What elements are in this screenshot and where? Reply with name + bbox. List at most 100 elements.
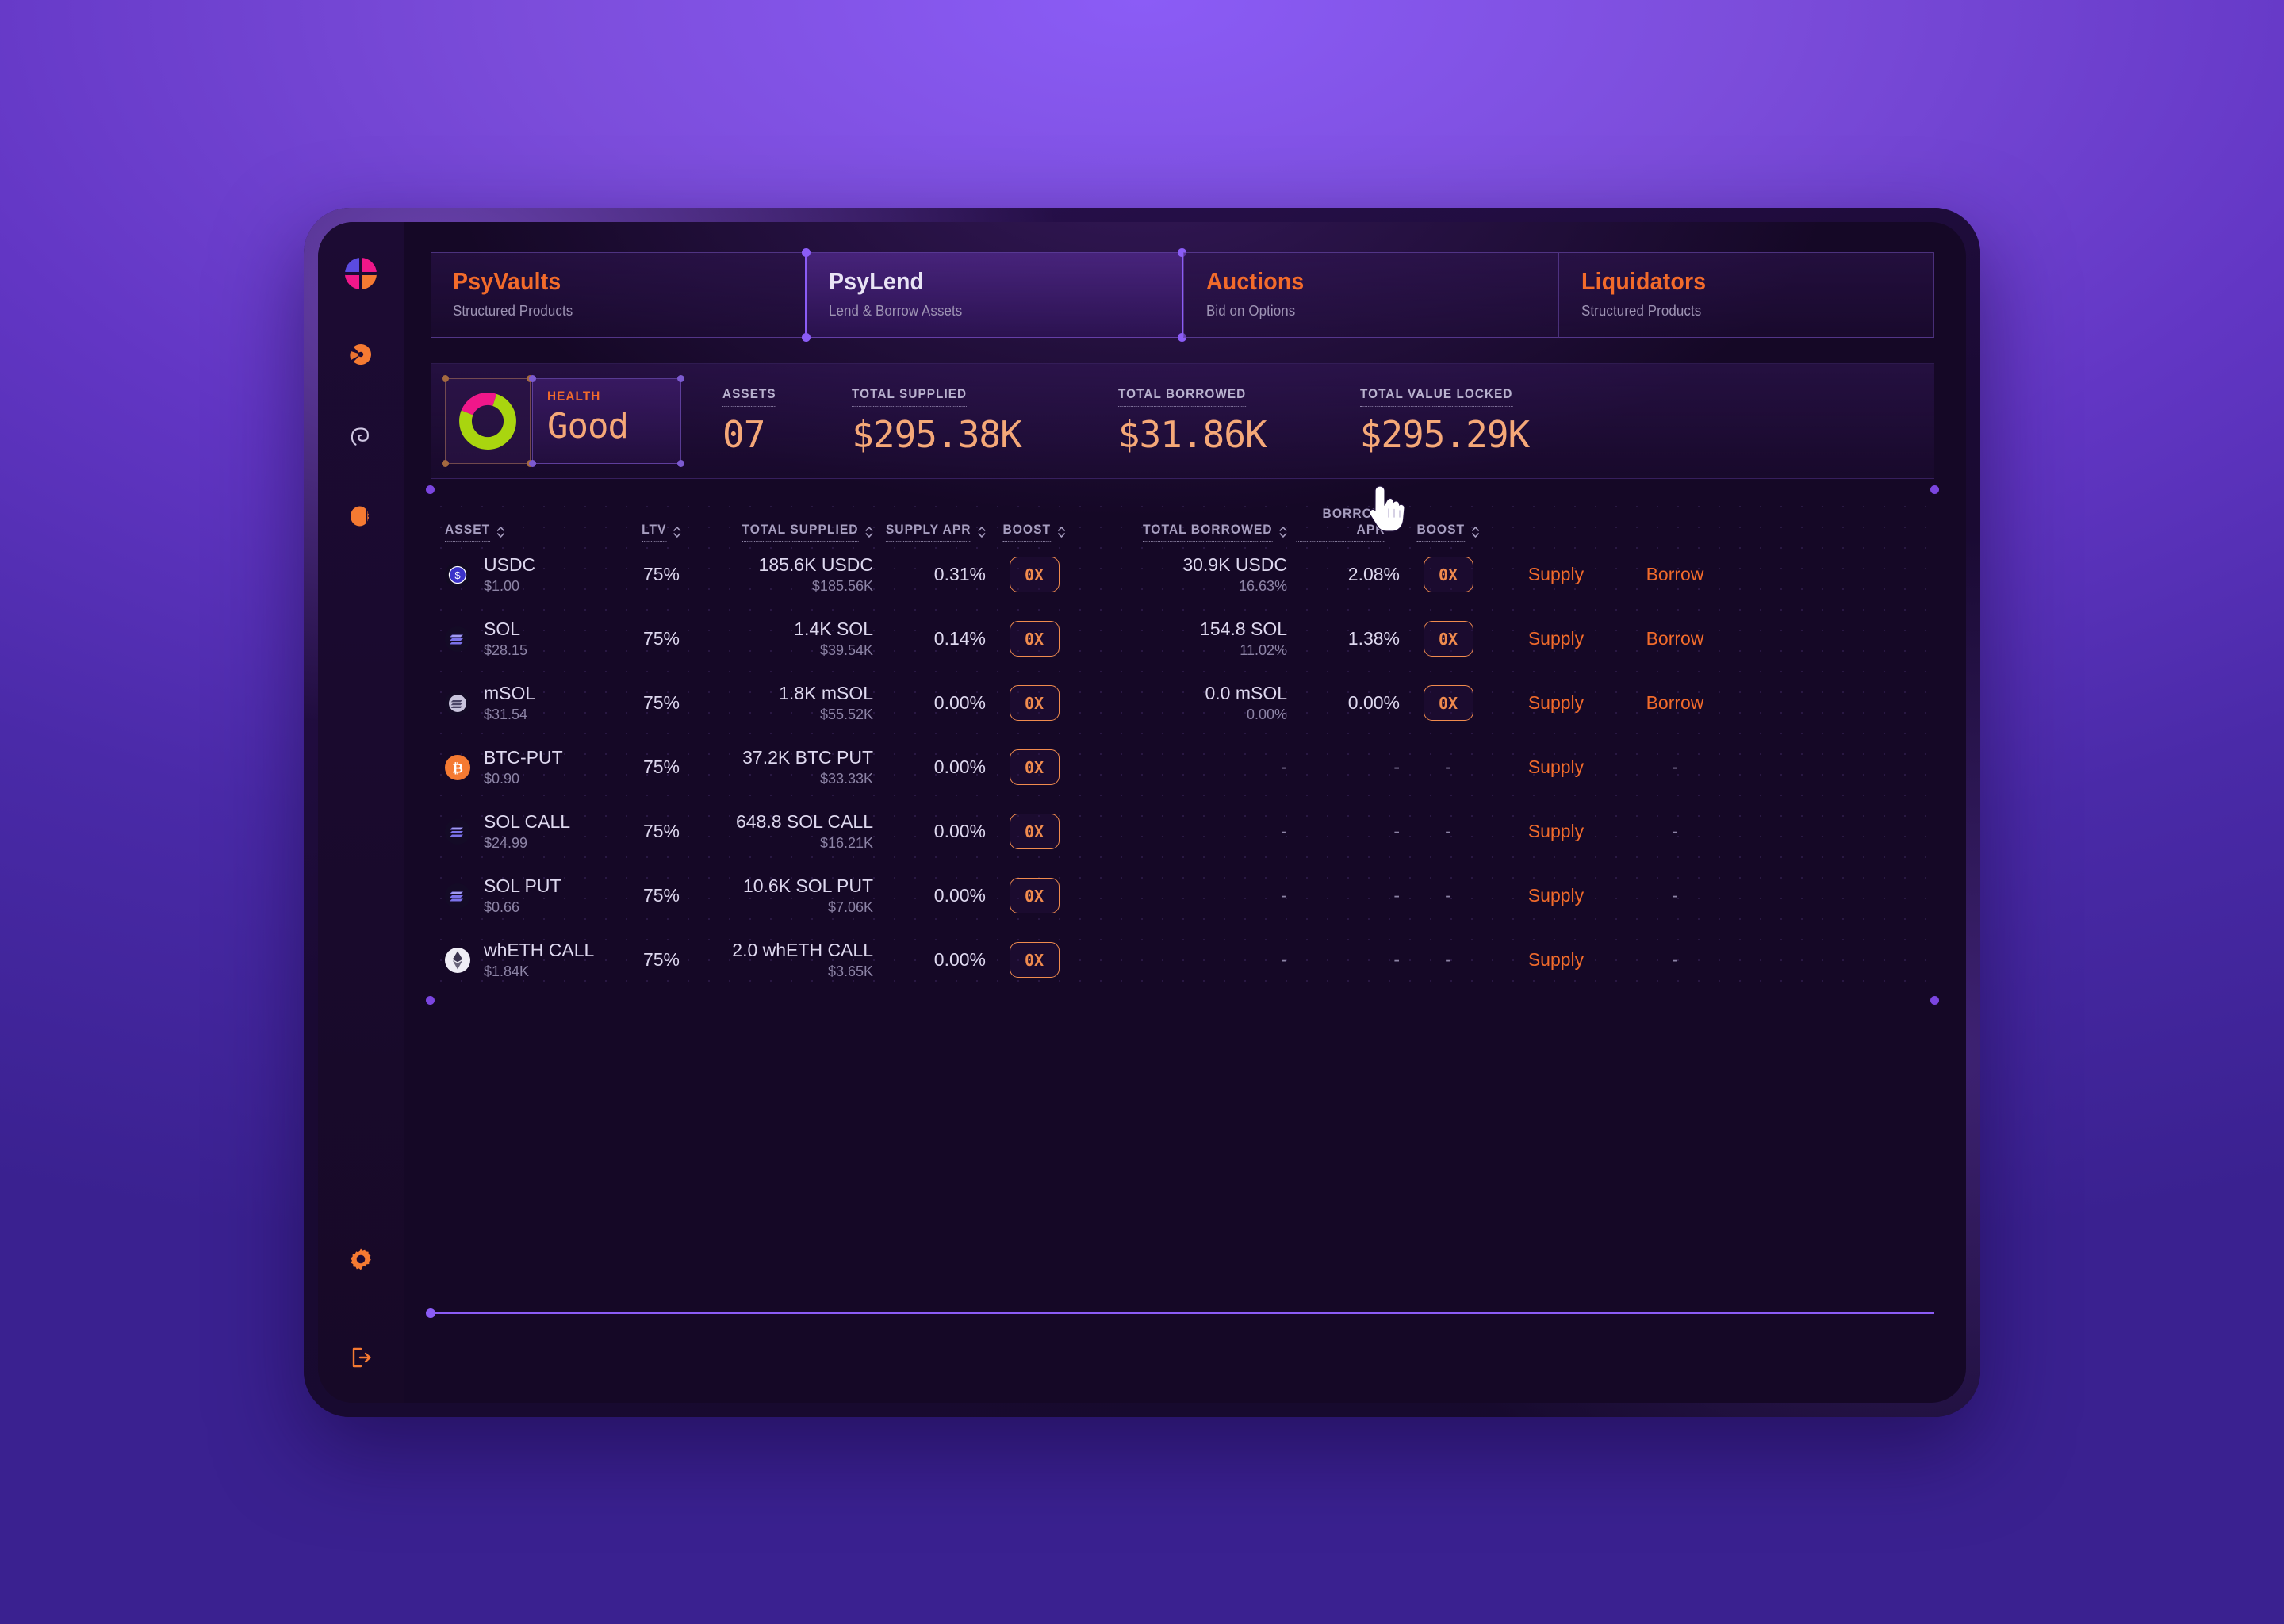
tab-title: PsyVaults — [453, 267, 561, 295]
borrowed-amount: 30.9K USDC — [1182, 554, 1287, 575]
table-row[interactable]: ₿ BTC-PUT $0.90 75% 37.2K BTC PUT $33.33K 0.00… — [431, 735, 1934, 799]
supply-button[interactable]: Supply — [1528, 885, 1584, 906]
supply-button[interactable]: Supply — [1528, 949, 1584, 970]
sol-icon — [445, 818, 470, 845]
supplied-amount: 10.6K SOL PUT — [742, 875, 873, 896]
borrowed-pct: 11.02% — [1240, 642, 1287, 658]
supply-boost-badge[interactable]: 0X — [1009, 942, 1060, 978]
spiral-icon[interactable] — [343, 417, 379, 454]
stat-value: $295.29K — [1359, 413, 1531, 456]
svg-text:₿: ₿ — [452, 760, 463, 776]
logout-icon[interactable] — [343, 1339, 379, 1376]
supply-boost-badge[interactable]: 0X — [1009, 685, 1060, 721]
health-value: Good — [547, 406, 629, 446]
supply-button[interactable]: Supply — [1528, 628, 1584, 649]
supply-button[interactable]: Supply — [1528, 692, 1584, 713]
supply-boost-badge[interactable]: 0X — [1009, 878, 1060, 914]
table-row[interactable]: SOL CALL $24.99 75% 648.8 SOL CALL $16.21K 0.… — [431, 799, 1934, 864]
stat-label: TOTAL BORROWED — [1117, 386, 1247, 407]
column-header-total-borrowed[interactable]: TOTAL BORROWED — [1099, 522, 1287, 542]
asset-price: $1.84K — [484, 963, 530, 979]
borrowed-amount: - — [1281, 821, 1287, 841]
borrow-button[interactable]: Borrow — [1646, 628, 1704, 649]
table-row[interactable]: SOL $28.15 75% 1.4K SOL $39.54K 0.14% 0X 154.8 … — [431, 607, 1934, 671]
borrow-button[interactable]: Borrow — [1646, 692, 1704, 713]
sol-icon — [445, 818, 470, 845]
supply-boost-badge[interactable]: 0X — [1009, 814, 1060, 849]
tab-subtitle: Lend & Borrow Assets — [829, 303, 963, 319]
sol-icon — [445, 626, 470, 652]
table-header-row: ASSET LTV TOTAL SUPPLIED SUPPLY APR BOOS… — [431, 496, 1934, 542]
tab-psyvaults[interactable]: PsyVaults Structured Products — [431, 252, 806, 338]
borrowed-amount: - — [1281, 949, 1287, 970]
supply-boost-badge[interactable]: 0X — [1009, 557, 1060, 592]
table-corner-dot — [426, 485, 435, 494]
table-row[interactable]: whETH CALL $1.84K 75% 2.0 whETH CALL $3.65K 0… — [431, 928, 1934, 992]
borrow-apr: - — [1393, 756, 1400, 777]
column-header-supply-apr[interactable]: SUPPLY APR — [882, 522, 986, 542]
borrowed-amount: - — [1281, 756, 1287, 777]
assets-table: ASSET LTV TOTAL SUPPLIED SUPPLY APR BOOS… — [426, 485, 1939, 1005]
supply-button[interactable]: Supply — [1528, 564, 1584, 584]
supply-apr: 0.31% — [933, 564, 986, 584]
ltv-value: 75% — [642, 628, 680, 649]
pie-chart-icon[interactable] — [343, 336, 379, 373]
table-corner-dot — [1930, 485, 1939, 494]
borrow-apr: 1.38% — [1347, 628, 1400, 649]
borrow-apr: - — [1393, 885, 1400, 906]
borrow-boost-badge[interactable]: 0X — [1423, 621, 1473, 657]
msol-icon — [445, 690, 470, 716]
column-header-ltv[interactable]: LTV — [619, 522, 705, 542]
borrow-boost-badge[interactable]: 0X — [1423, 685, 1473, 721]
column-header-asset[interactable]: ASSET — [445, 522, 505, 542]
psy-logo-icon[interactable] — [343, 255, 379, 292]
stat-total-borrowed: TOTAL BORROWED $31.86K — [1117, 386, 1267, 456]
sort-chevron-icon — [1392, 517, 1400, 531]
borrow-apr: - — [1393, 821, 1400, 841]
supply-button[interactable]: Supply — [1528, 756, 1584, 777]
supplied-usd: $16.21K — [819, 835, 873, 851]
tab-auctions[interactable]: Auctions Bid on Options — [1182, 252, 1558, 338]
bottom-rule — [426, 1308, 1934, 1318]
stat-label: TOTAL SUPPLIED — [852, 386, 968, 407]
tab-subtitle: Bid on Options — [1205, 303, 1295, 319]
borrow-placeholder: - — [1672, 756, 1678, 777]
borrow-button[interactable]: Borrow — [1646, 564, 1704, 584]
ltv-value: 75% — [642, 564, 680, 584]
table-body: $ USDC $1.00 75% 185.6K USDC $185.56K 0.31% 0X 3… — [431, 542, 1934, 992]
borrow-apr: - — [1393, 949, 1400, 970]
supply-boost-badge[interactable]: 0X — [1009, 621, 1060, 657]
supply-apr: 0.00% — [933, 692, 986, 713]
stat-total-supplied: TOTAL SUPPLIED $295.38K — [852, 386, 1022, 456]
stat-total-value-locked: TOTAL VALUE LOCKED $295.29K — [1359, 386, 1531, 456]
supply-button[interactable]: Supply — [1528, 821, 1584, 841]
table-row[interactable]: SOL PUT $0.66 75% 10.6K SOL PUT $7.06K 0.00% 0… — [431, 864, 1934, 928]
table-row[interactable]: $ USDC $1.00 75% 185.6K USDC $185.56K 0.31% 0X 3… — [431, 542, 1934, 607]
borrowed-pct: 0.00% — [1246, 707, 1287, 722]
supply-boost-badge[interactable]: 0X — [1009, 749, 1060, 785]
coin-icon[interactable] — [343, 498, 379, 534]
borrowed-amount: 154.8 SOL — [1200, 619, 1287, 639]
column-header-total-supplied[interactable]: TOTAL SUPPLIED — [722, 522, 873, 542]
supply-apr: 0.00% — [933, 756, 986, 777]
table-row[interactable]: mSOL $31.54 75% 1.8K mSOL $55.52K 0.00% 0X 0.0 … — [431, 671, 1934, 735]
health-donut-icon — [459, 393, 516, 450]
column-header-borrow-boost[interactable]: BOOST — [1416, 522, 1479, 542]
borrow-boost-badge[interactable]: 0X — [1423, 557, 1473, 592]
asset-price: $0.90 — [484, 770, 520, 787]
asset-price: $28.15 — [484, 642, 528, 658]
screen: PsyVaults Structured Products PsyLend Le… — [318, 222, 1966, 1403]
column-header-supply-boost[interactable]: BOOST — [1002, 522, 1065, 542]
gear-icon[interactable] — [343, 1241, 379, 1277]
stat-value: $295.38K — [852, 413, 1022, 456]
borrowed-pct: 16.63% — [1238, 578, 1287, 594]
asset-name: BTC-PUT — [484, 747, 563, 768]
borrow-boost: - — [1445, 885, 1451, 906]
tab-liquidators[interactable]: Liquidators Structured Products — [1558, 252, 1934, 338]
supplied-amount: 1.4K SOL — [794, 619, 873, 639]
health-donut-chart — [442, 375, 534, 467]
sort-chevron-icon — [673, 525, 681, 539]
borrow-placeholder: - — [1672, 949, 1678, 970]
column-header-borrow-apr[interactable]: BORROW APR — [1296, 506, 1400, 542]
tab-psylend[interactable]: PsyLend Lend & Borrow Assets — [802, 248, 1186, 342]
